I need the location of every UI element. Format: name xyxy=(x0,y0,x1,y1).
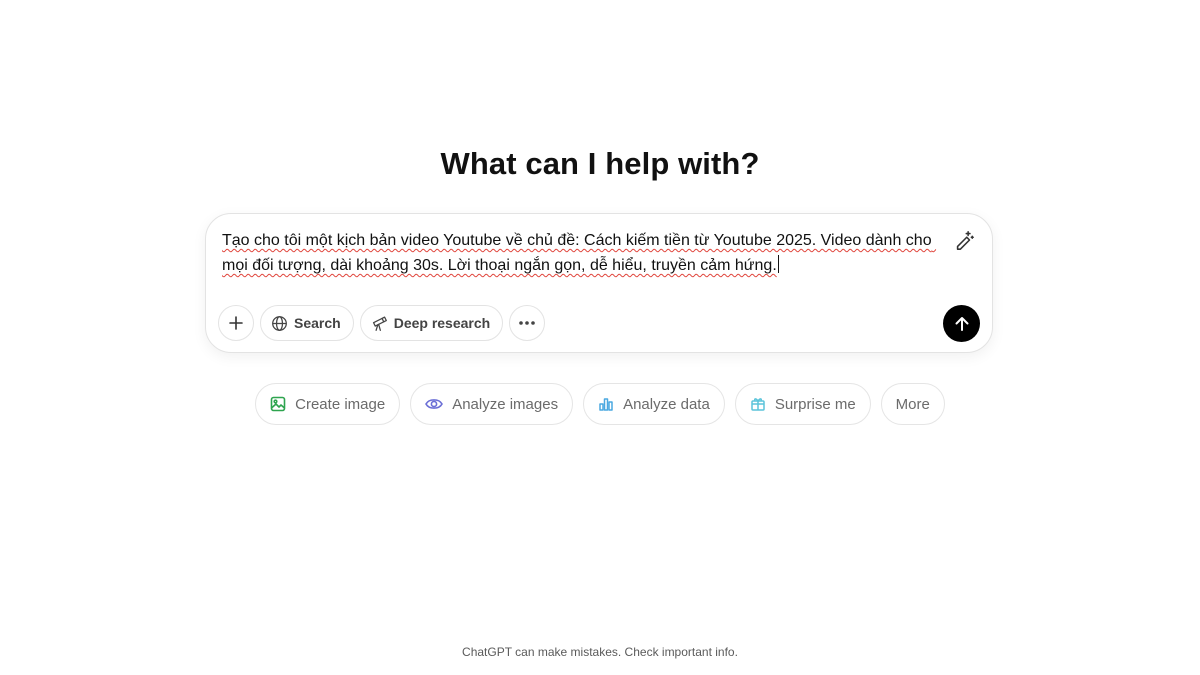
chat-home: What can I help with? Tạo cho tôi một kị… xyxy=(0,0,1200,675)
eye-icon xyxy=(425,397,444,411)
plus-icon xyxy=(229,316,243,330)
prompt-input-text[interactable]: Tạo cho tôi một kịch bản video Youtube v… xyxy=(222,232,936,274)
analyze-images-label: Analyze images xyxy=(452,395,559,413)
prompt-input[interactable]: Tạo cho tôi một kịch bản video Youtube v… xyxy=(222,228,952,278)
suggestion-chips: Create image Analyze images Analyze data xyxy=(0,383,1200,425)
magic-pen-icon xyxy=(956,230,974,250)
analyze-images-chip[interactable]: Analyze images xyxy=(410,383,574,425)
deep-research-button-label: Deep research xyxy=(393,315,491,331)
create-image-label: Create image xyxy=(295,395,386,413)
deep-research-button[interactable]: Deep research xyxy=(359,305,504,341)
page-title: What can I help with? xyxy=(440,146,760,181)
telescope-icon xyxy=(372,315,387,331)
send-button[interactable] xyxy=(943,305,980,342)
prompt-composer: Tạo cho tôi một kịch bản video Youtube v… xyxy=(205,213,993,353)
bar-chart-icon xyxy=(598,396,614,412)
more-label: More xyxy=(895,395,930,413)
gift-icon xyxy=(750,396,766,412)
ellipsis-icon xyxy=(519,321,536,325)
search-button[interactable]: Search xyxy=(260,305,354,341)
surprise-me-label: Surprise me xyxy=(774,395,856,413)
search-button-label: Search xyxy=(294,315,341,331)
composer-toolbar: Search Deep research xyxy=(218,305,546,341)
image-icon xyxy=(270,396,286,412)
magic-pen-button[interactable] xyxy=(952,228,976,252)
text-caret xyxy=(777,255,779,273)
more-chip[interactable]: More xyxy=(880,383,945,425)
analyze-data-label: Analyze data xyxy=(623,395,710,413)
create-image-chip[interactable]: Create image xyxy=(255,383,401,425)
arrow-up-icon xyxy=(955,316,968,331)
globe-icon xyxy=(272,315,287,331)
disclaimer: ChatGPT can make mistakes. Check importa… xyxy=(462,645,738,659)
add-attachment-button[interactable] xyxy=(218,305,254,341)
surprise-me-chip[interactable]: Surprise me xyxy=(734,383,871,425)
more-tools-button[interactable] xyxy=(509,305,546,341)
analyze-data-chip[interactable]: Analyze data xyxy=(583,383,725,425)
